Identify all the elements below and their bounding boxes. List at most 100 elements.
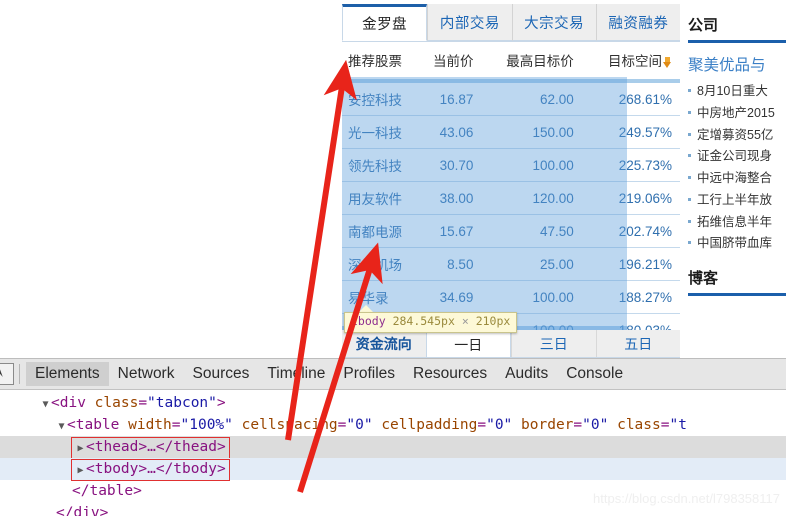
tab-jinluopan[interactable]: 金罗盘 — [342, 4, 428, 41]
tag-name: <div — [51, 395, 95, 411]
tag-text: <tbody>…</tbody> — [86, 461, 226, 477]
sidebar-news-item[interactable]: 中房地产2015 — [688, 103, 786, 125]
cell-target-space: 202.74% — [618, 223, 672, 239]
tab-zijinliuxiang[interactable]: 资金流向 — [342, 330, 426, 357]
tab-label: 大宗交易 — [524, 15, 585, 32]
toolbar-divider — [19, 364, 20, 384]
attr-name: width — [128, 417, 172, 433]
attr-name: class — [617, 417, 661, 433]
attr-value: "0" — [582, 417, 609, 433]
cell-max-target-price: 25.00 — [540, 256, 574, 272]
dom-node-thead[interactable]: ▶ <thead>…</thead> — [0, 436, 786, 459]
column-header-target-space[interactable]: 目标空间 — [587, 42, 680, 81]
tab-label: 一日 — [454, 337, 483, 353]
cell-target-space: 188.27% — [618, 289, 672, 305]
devtools-tab-timeline[interactable]: Timeline — [258, 362, 334, 387]
table-body: 安控科技 16.87 62.00 268.61% 光一科技 43.06 150.00 249.… — [342, 81, 680, 346]
dom-node-div-open[interactable]: ▼ <div class="tabcon"> — [0, 392, 786, 414]
tab-neibujiaoyi[interactable]: 内部交易 — [427, 4, 512, 41]
devtools-tab-elements[interactable]: Elements — [26, 361, 109, 387]
disclosure-triangle-icon[interactable]: ▼ — [40, 394, 51, 416]
table-row[interactable]: 用友软件 38.00 120.00 219.06% — [342, 182, 680, 215]
disclosure-triangle-icon[interactable]: ▶ — [75, 461, 86, 480]
cell-stock-name: 深圳机场 — [348, 258, 402, 273]
sidebar-heading-company: 公司 — [688, 17, 719, 34]
sidebar-divider-2 — [688, 293, 786, 296]
right-sidebar: 公司 聚美优品与 8月10日重大 中房地产2015 定增募资55亿 证金公司现身 中远中… — [688, 0, 786, 358]
disclosure-triangle-icon[interactable]: ▼ — [56, 416, 67, 438]
column-header-stock[interactable]: 推荐股票 — [342, 42, 419, 81]
devtools-tab-audits[interactable]: Audits — [496, 362, 557, 387]
cell-stock-name: 领先科技 — [348, 159, 402, 174]
sidebar-news-item[interactable]: 8月10日重大 — [688, 81, 786, 103]
inspect-element-icon[interactable] — [0, 363, 14, 385]
tab-label: 融资融券 — [608, 15, 669, 32]
cell-target-space: 196.21% — [618, 256, 672, 272]
tag-name: <table — [67, 417, 129, 433]
table-head: 推荐股票 当前价 最高目标价 目标空间 — [342, 42, 680, 81]
tooltip-separator: × — [461, 314, 469, 328]
stock-widget: 金罗盘 内部交易 大宗交易 融资融券 推荐股票 当前价 最高目标价 目标空间 安… — [342, 4, 680, 346]
tooltip-tag-name: tbody — [351, 314, 386, 328]
sidebar-feature-headline[interactable]: 聚美优品与 — [688, 49, 786, 81]
sidebar-news-item[interactable]: 工行上半年放 — [688, 190, 786, 212]
devtools-tab-resources[interactable]: Resources — [404, 362, 496, 387]
dom-node-tbody[interactable]: ▶ <tbody>…</tbody> — [0, 458, 786, 481]
cell-target-space: 225.73% — [618, 157, 672, 173]
dom-node-table-open[interactable]: ▼ <table width="100%" cellspacing="0" cel… — [0, 414, 786, 436]
cell-target-space: 268.61% — [618, 91, 672, 107]
sidebar-heading-blog: 博客 — [688, 270, 719, 287]
table-row[interactable]: 易华录 34.69 100.00 188.27% — [342, 281, 680, 314]
attr-value: "100%" — [180, 417, 233, 433]
tag-text: </div> — [56, 505, 109, 516]
tag-close: > — [216, 395, 226, 411]
cell-current-price: 34.69 — [439, 289, 474, 305]
fund-flow-tabstrip: 资金流向 一日 三日 五日 — [342, 330, 680, 358]
tab-label: 资金流向 — [355, 335, 412, 352]
table-row[interactable]: 光一科技 43.06 150.00 249.57% — [342, 116, 680, 149]
sidebar-news-item[interactable]: 拓维信息半年 — [688, 212, 786, 234]
table-row[interactable]: 领先科技 30.70 100.00 225.73% — [342, 149, 680, 182]
cell-max-target-price: 62.00 — [540, 91, 574, 107]
sidebar-news-item[interactable]: 中远中海整合 — [688, 168, 786, 190]
attr-name: cellspacing — [241, 417, 338, 433]
tab-label: 三日 — [539, 335, 568, 352]
tab-rongzirongquan[interactable]: 融资融券 — [595, 4, 680, 41]
devtools-tab-sources[interactable]: Sources — [183, 362, 258, 387]
sidebar-news-list: 8月10日重大 中房地产2015 定增募资55亿 证金公司现身 中远中海整合 工行上半年放… — [688, 81, 786, 255]
cell-stock-name: 安控科技 — [348, 93, 402, 108]
attr-name: class — [94, 395, 139, 411]
tab-label: 金罗盘 — [362, 17, 408, 33]
attr-value: "t — [669, 417, 687, 433]
cell-current-price: 8.50 — [447, 256, 474, 272]
sidebar-news-item[interactable]: 证金公司现身 — [688, 146, 786, 168]
devtools-tab-console[interactable]: Console — [557, 362, 632, 387]
sidebar-news-item[interactable]: 中国脐带血库 — [688, 233, 786, 255]
devtools-panel: Elements Network Sources Timeline Profil… — [0, 358, 786, 516]
tab-label: 内部交易 — [439, 15, 500, 32]
column-header-max-target-price[interactable]: 最高目标价 — [483, 42, 588, 81]
tab-dazongjiaoyi[interactable]: 大宗交易 — [511, 4, 596, 41]
stock-recommendation-table: 推荐股票 当前价 最高目标价 目标空间 安控科技 16.87 62.00 268.61… — [342, 42, 680, 346]
column-header-current-price[interactable]: 当前价 — [418, 42, 484, 81]
cell-current-price: 43.06 — [439, 124, 474, 140]
devtools-size-tooltip: tbody 284.545px × 210px — [344, 312, 518, 333]
cell-target-space: 219.06% — [618, 190, 672, 206]
cell-max-target-price: 150.00 — [532, 124, 574, 140]
cell-current-price: 15.67 — [439, 223, 474, 239]
tab-one-day[interactable]: 一日 — [425, 330, 511, 357]
tab-three-day[interactable]: 三日 — [511, 330, 596, 357]
cell-stock-name: 光一科技 — [348, 126, 402, 141]
cell-current-price: 16.87 — [439, 91, 474, 107]
sort-descending-icon[interactable] — [663, 57, 672, 68]
sidebar-news-item[interactable]: 定增募资55亿 — [688, 125, 786, 147]
devtools-tab-network[interactable]: Network — [109, 362, 184, 387]
disclosure-triangle-icon[interactable]: ▶ — [75, 439, 86, 458]
cell-stock-name: 易华录 — [348, 291, 389, 306]
table-row[interactable]: 深圳机场 8.50 25.00 196.21% — [342, 248, 680, 281]
tab-five-day[interactable]: 五日 — [595, 330, 681, 357]
attr-name: cellpadding — [381, 417, 478, 433]
table-row[interactable]: 南都电源 15.67 47.50 202.74% — [342, 215, 680, 248]
devtools-tab-profiles[interactable]: Profiles — [334, 362, 404, 387]
table-row[interactable]: 安控科技 16.87 62.00 268.61% — [342, 81, 680, 116]
